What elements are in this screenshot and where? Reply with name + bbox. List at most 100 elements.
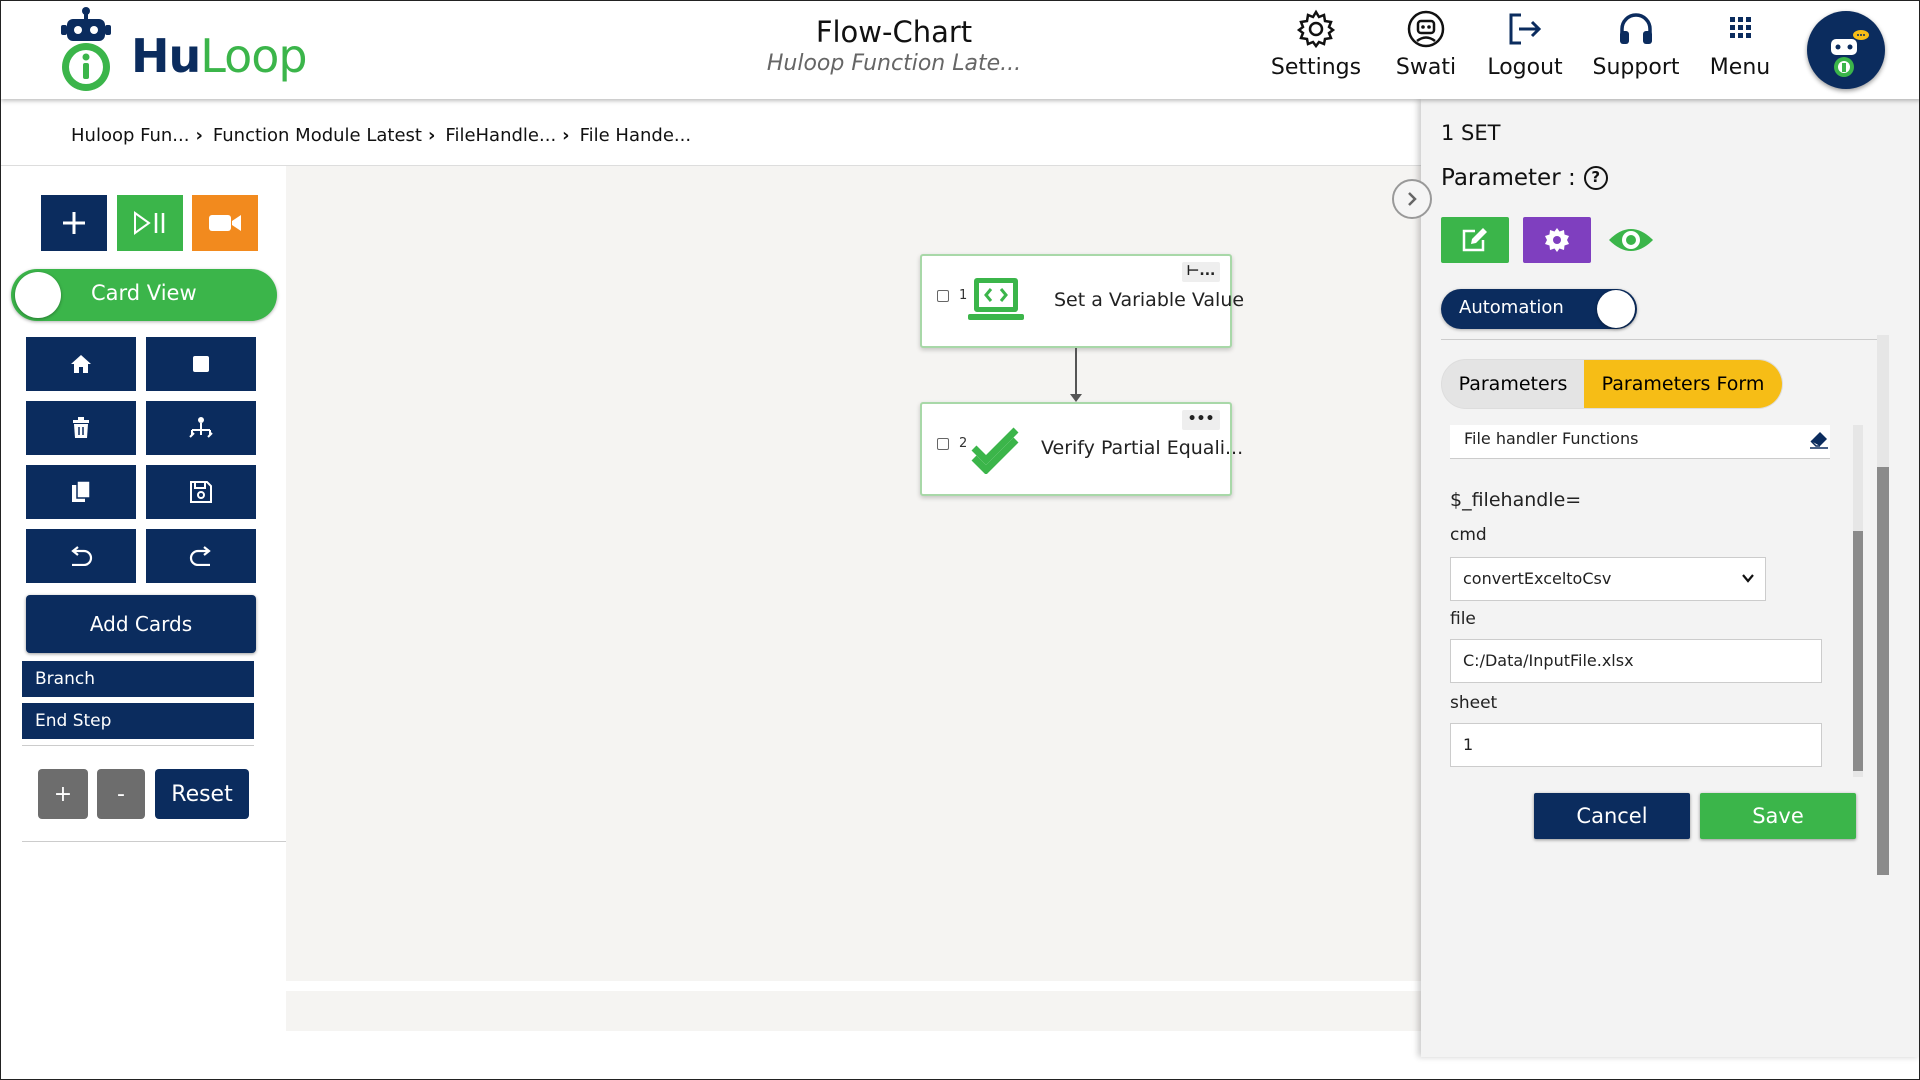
parameter-header: Parameter : ? bbox=[1441, 165, 1608, 191]
cmd-select[interactable]: convertExceltoCsv bbox=[1450, 557, 1766, 601]
panel-scrollbar-thumb[interactable] bbox=[1877, 467, 1889, 875]
nav-settings-label: Settings bbox=[1270, 55, 1362, 80]
file-input[interactable]: C:/Data/InputFile.xlsx bbox=[1450, 639, 1822, 683]
card-view-toggle[interactable]: Card View bbox=[11, 269, 277, 321]
breadcrumb-item[interactable]: File Hande... bbox=[580, 125, 691, 146]
stop-button[interactable] bbox=[146, 337, 256, 391]
save-button[interactable]: Save bbox=[1700, 793, 1856, 839]
card-view-label: Card View bbox=[91, 281, 197, 305]
double-check-icon bbox=[971, 427, 1019, 474]
copy-icon bbox=[72, 480, 91, 502]
nav-menu-label: Menu bbox=[1709, 55, 1771, 80]
home-button[interactable] bbox=[26, 337, 136, 391]
automation-toggle[interactable]: Automation bbox=[1441, 289, 1637, 329]
flow-connector bbox=[1075, 348, 1077, 400]
collapse-panel-button[interactable] bbox=[1392, 179, 1432, 219]
cmd-label: cmd bbox=[1450, 525, 1487, 545]
node-number: 2 bbox=[959, 436, 968, 451]
flow-node[interactable]: 1 Set a Variable Value ⊢... bbox=[920, 254, 1244, 348]
parameter-label: Parameter : bbox=[1441, 165, 1576, 191]
logo-wordmark: HuLoop bbox=[131, 29, 308, 83]
page-title: Flow-Chart bbox=[815, 15, 973, 49]
flow-canvas[interactable] bbox=[286, 166, 1421, 981]
zoom-in-button[interactable]: + bbox=[38, 769, 88, 819]
save-icon bbox=[190, 481, 212, 503]
toolbar-divider bbox=[22, 841, 286, 842]
redo-icon bbox=[189, 546, 211, 566]
nav-support[interactable]: Support bbox=[1581, 9, 1691, 80]
parameters-form: File handler Functions $_filehandle= cmd… bbox=[1441, 425, 1851, 777]
end-step-button[interactable]: End Step bbox=[22, 703, 254, 739]
user-robot-icon bbox=[1407, 10, 1445, 48]
assistant-avatar[interactable] bbox=[1807, 11, 1885, 89]
help-icon[interactable]: ? bbox=[1583, 166, 1608, 190]
parameter-tabs: Parameters Parameters Form bbox=[1441, 359, 1783, 409]
add-cards-button[interactable]: Add Cards bbox=[26, 595, 256, 653]
tab-parameters-form[interactable]: Parameters Form bbox=[1584, 360, 1782, 408]
breadcrumb-item[interactable]: Huloop Fun... bbox=[71, 125, 189, 146]
sheet-value: 1 bbox=[1463, 735, 1474, 754]
record-button[interactable] bbox=[192, 195, 258, 251]
breadcrumb-item[interactable]: FileHandle... bbox=[445, 125, 556, 146]
cancel-button[interactable]: Cancel bbox=[1534, 793, 1690, 839]
play-pause-icon bbox=[134, 211, 165, 235]
nav-logout[interactable]: Logout bbox=[1470, 9, 1580, 80]
node-menu-button[interactable]: ••• bbox=[1182, 410, 1220, 430]
redo-button[interactable] bbox=[146, 529, 256, 583]
toggle-knob bbox=[15, 272, 61, 318]
nav-menu[interactable]: Menu bbox=[1685, 9, 1795, 80]
add-step-button[interactable] bbox=[41, 195, 107, 251]
function-group-field[interactable]: File handler Functions bbox=[1450, 425, 1830, 459]
nav-user[interactable]: Swati bbox=[1371, 9, 1481, 80]
tab-parameters[interactable]: Parameters bbox=[1442, 360, 1584, 408]
trash-icon bbox=[73, 417, 89, 438]
function-group-value: File handler Functions bbox=[1464, 429, 1639, 448]
chevron-down-icon bbox=[1742, 574, 1754, 583]
nav-support-label: Support bbox=[1592, 55, 1680, 80]
sheet-label: sheet bbox=[1450, 693, 1498, 713]
headset-icon bbox=[1620, 13, 1652, 44]
nav-user-label: Swati bbox=[1395, 55, 1457, 80]
edit-button[interactable] bbox=[1441, 217, 1509, 263]
node-select-checkbox[interactable] bbox=[937, 438, 949, 450]
properties-panel: 1 SET Parameter : ? Automation Parameter… bbox=[1421, 99, 1919, 1057]
undo-button[interactable] bbox=[26, 529, 136, 583]
robot-assistant-icon bbox=[1831, 30, 1869, 77]
sheet-input[interactable]: 1 bbox=[1450, 723, 1822, 767]
chevron-right-icon: › bbox=[427, 125, 436, 146]
breadcrumb: Huloop Fun... › Function Module Latest › F… bbox=[71, 125, 691, 146]
node-select-checkbox[interactable] bbox=[937, 290, 949, 302]
delete-button[interactable] bbox=[26, 401, 136, 455]
save-flow-button[interactable] bbox=[146, 465, 256, 519]
undo-icon bbox=[71, 546, 93, 566]
panel-divider bbox=[1441, 339, 1881, 340]
branch-layout-button[interactable] bbox=[146, 401, 256, 455]
breadcrumb-item[interactable]: Function Module Latest bbox=[213, 125, 422, 146]
form-scrollbar-thumb[interactable] bbox=[1853, 531, 1863, 771]
filehandle-variable: $_filehandle= bbox=[1450, 489, 1582, 511]
branch-button[interactable]: Branch bbox=[22, 661, 254, 697]
canvas-bottom-strip bbox=[286, 991, 1421, 1031]
nav-logout-label: Logout bbox=[1487, 55, 1563, 80]
flow-node[interactable]: 2 Verify Partial Equali... ••• bbox=[920, 402, 1243, 496]
huloop-logo[interactable]: HuLoop bbox=[57, 5, 317, 97]
reset-zoom-button[interactable]: Reset bbox=[155, 769, 249, 819]
file-value: C:/Data/InputFile.xlsx bbox=[1463, 651, 1634, 670]
eye-icon bbox=[1609, 229, 1653, 251]
run-pause-button[interactable] bbox=[117, 195, 183, 251]
preview-button[interactable] bbox=[1597, 217, 1665, 263]
chevron-right-icon: › bbox=[562, 125, 570, 146]
copy-button[interactable] bbox=[26, 465, 136, 519]
toggle-knob bbox=[1597, 290, 1635, 328]
grid-menu-icon bbox=[1730, 17, 1751, 38]
node-menu-button[interactable]: ⊢... bbox=[1182, 262, 1220, 282]
zoom-out-button[interactable]: - bbox=[97, 769, 145, 819]
plus-icon bbox=[63, 212, 85, 234]
robot-logo-icon bbox=[61, 7, 111, 91]
step-title: 1 SET bbox=[1441, 121, 1501, 145]
settings-button[interactable] bbox=[1523, 217, 1591, 263]
nav-settings[interactable]: Settings bbox=[1261, 9, 1371, 80]
home-icon bbox=[71, 355, 91, 373]
eraser-icon[interactable] bbox=[1808, 427, 1830, 449]
stop-icon bbox=[193, 356, 209, 372]
